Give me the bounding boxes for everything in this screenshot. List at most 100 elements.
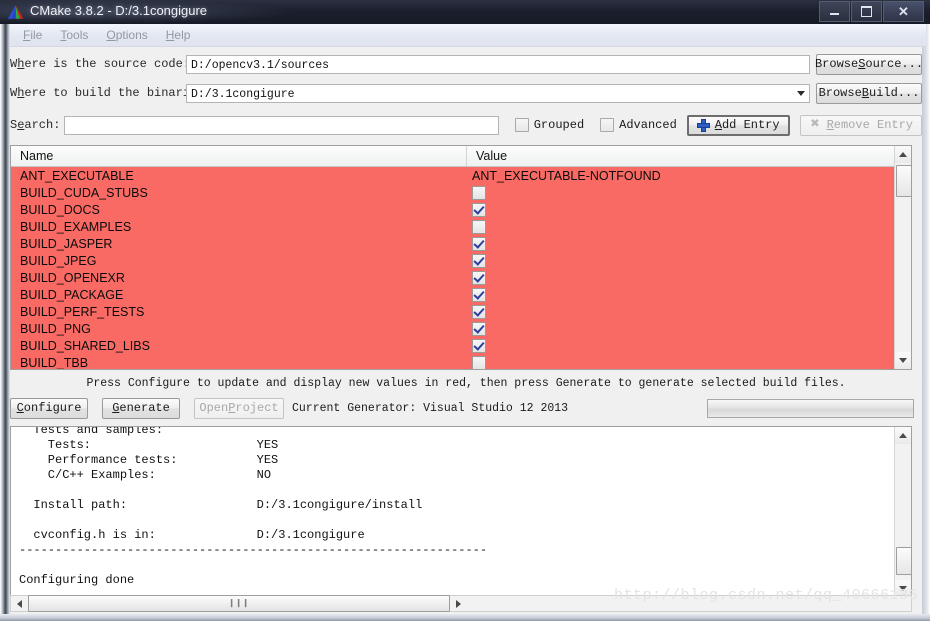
remove-entry-label: emove Entry	[833, 118, 913, 132]
table-row[interactable]: BUILD_JASPER	[11, 235, 895, 252]
source-path-label: Where is the source code:	[10, 57, 191, 71]
cache-value-checkbox[interactable]	[472, 355, 486, 369]
console-horizontal-scrollbar[interactable]: ❙❙❙	[10, 595, 912, 612]
client-area: Where is the source code: D:/opencv3.1/s…	[10, 47, 924, 614]
menu-item-file-label: ile	[30, 28, 43, 42]
grouped-checkbox[interactable]	[514, 118, 529, 132]
current-generator-label: Current Generator: Visual Studio 12 2013	[292, 401, 569, 415]
cache-variable-value[interactable]	[467, 304, 895, 319]
minimize-button[interactable]	[819, 1, 850, 22]
horizontal-scroll-thumb[interactable]: ❙❙❙	[28, 595, 450, 612]
scroll-right-button[interactable]	[450, 596, 467, 611]
table-row[interactable]: BUILD_SHARED_LIBS	[11, 337, 895, 354]
console-vertical-scrollbar[interactable]	[894, 427, 911, 597]
scroll-up-button[interactable]	[895, 146, 911, 163]
grouped-checkbox-row[interactable]: Grouped	[514, 118, 585, 132]
cache-variable-name: BUILD_DOCS	[20, 202, 100, 217]
up-arrow-icon	[899, 152, 907, 157]
search-input[interactable]	[64, 115, 499, 135]
close-button[interactable]: ✕	[883, 1, 924, 22]
cache-variable-name: BUILD_TBB	[20, 355, 89, 370]
window-left-border	[0, 0, 10, 621]
cache-value-checkbox[interactable]	[472, 287, 486, 302]
cache-variable-name: BUILD_SHARED_LIBS	[20, 338, 150, 353]
build-path-combobox[interactable]: D:/3.1congigure	[186, 83, 810, 103]
table-row[interactable]: BUILD_CUDA_STUBS	[11, 184, 895, 201]
cache-variable-value[interactable]	[467, 338, 895, 353]
table-row[interactable]: BUILD_JPEG	[11, 252, 895, 269]
cache-value-checkbox[interactable]	[472, 321, 486, 336]
cache-variable-name: BUILD_OPENEXR	[20, 270, 125, 285]
cmake-logo-icon	[7, 5, 24, 19]
open-project-label: roject	[235, 401, 279, 415]
column-header-value[interactable]: Value	[467, 146, 911, 166]
table-row[interactable]: BUILD_EXAMPLES	[11, 218, 895, 235]
table-row[interactable]: BUILD_PERF_TESTS	[11, 303, 895, 320]
advanced-checkbox-row[interactable]: Advanced	[600, 118, 677, 132]
menu-item-tools[interactable]: Tools	[51, 26, 97, 44]
cache-value-checkbox[interactable]	[472, 236, 486, 251]
cache-value-checkbox[interactable]	[472, 304, 486, 319]
build-path-label: Where to build the binaries:	[10, 86, 212, 100]
output-console-text[interactable]: Tests and samples: Tests: YES Performanc…	[11, 427, 895, 597]
table-row[interactable]: BUILD_OPENEXR	[11, 269, 895, 286]
add-entry-label: dd Entry	[721, 118, 780, 132]
scroll-down-button[interactable]	[895, 352, 911, 369]
cache-value-checkbox[interactable]	[472, 202, 486, 217]
cache-variable-value[interactable]: ANT_EXECUTABLE-NOTFOUND	[467, 169, 895, 183]
cache-variable-value[interactable]	[467, 355, 895, 369]
maximize-button[interactable]	[851, 1, 882, 22]
down-arrow-icon	[899, 586, 907, 591]
table-row[interactable]: BUILD_PACKAGE	[11, 286, 895, 303]
menu-item-file[interactable]: File	[14, 26, 51, 44]
cache-value-checkbox[interactable]	[472, 270, 486, 285]
add-entry-button[interactable]: Add Entry	[686, 114, 790, 136]
menu-bar: File Tools Options Help	[10, 24, 926, 47]
scroll-left-button[interactable]	[11, 596, 28, 611]
cache-variable-name: BUILD_EXAMPLES	[20, 219, 132, 234]
menu-item-options[interactable]: Options	[97, 26, 156, 44]
cache-variable-value[interactable]	[467, 219, 895, 234]
advanced-checkbox[interactable]	[600, 118, 615, 132]
cache-variable-value[interactable]	[467, 185, 895, 200]
cache-variable-value[interactable]	[467, 202, 895, 217]
cache-value-checkbox[interactable]	[472, 253, 486, 268]
build-path-value: D:/3.1congigure	[191, 87, 295, 101]
cache-value-checkbox[interactable]	[472, 219, 486, 234]
search-label-text: arch:	[24, 118, 61, 132]
cache-value-checkbox[interactable]	[472, 185, 486, 200]
table-vertical-scrollbar[interactable]	[894, 146, 912, 369]
cache-variable-value[interactable]	[467, 270, 895, 285]
browse-source-button[interactable]: Browse Source...	[815, 53, 924, 75]
x-icon: ✖	[810, 115, 820, 133]
table-row[interactable]: BUILD_TBB	[11, 354, 895, 369]
up-arrow-icon	[899, 433, 907, 438]
open-project-button[interactable]: Open Project	[194, 397, 284, 419]
window-bottom-border	[0, 614, 930, 621]
browse-source-label: ource...	[865, 57, 924, 71]
cache-variable-value[interactable]	[467, 287, 895, 302]
table-scroll-thumb[interactable]	[896, 165, 912, 197]
menu-item-help[interactable]: Help	[157, 26, 200, 44]
browse-build-button[interactable]: Browse Build...	[816, 82, 922, 104]
table-row[interactable]: BUILD_PNG	[11, 320, 895, 337]
console-scroll-up-button[interactable]	[895, 427, 911, 444]
column-header-name[interactable]: Name	[11, 146, 467, 166]
cache-variable-name: BUILD_JASPER	[20, 236, 113, 251]
cache-variable-value[interactable]	[467, 236, 895, 251]
generate-button[interactable]: Generate	[102, 397, 180, 419]
table-row[interactable]: BUILD_DOCS	[11, 201, 895, 218]
table-header: Name Value	[11, 146, 911, 167]
cache-value-checkbox[interactable]	[472, 338, 486, 353]
cache-variable-value[interactable]	[467, 253, 895, 268]
grouped-label: Grouped	[533, 118, 585, 132]
console-scroll-thumb[interactable]	[896, 547, 911, 575]
cache-variable-value[interactable]	[467, 321, 895, 336]
table-row[interactable]: ANT_EXECUTABLE ANT_EXECUTABLE-NOTFOUND	[11, 167, 895, 184]
build-path-label-text: ere to build the binaries:	[24, 86, 212, 100]
progress-bar	[707, 398, 914, 418]
configure-button[interactable]: Configure	[10, 397, 88, 419]
output-console: Tests and samples: Tests: YES Performanc…	[10, 426, 912, 598]
remove-entry-button[interactable]: ✖ Remove Entry	[799, 114, 922, 136]
source-path-input[interactable]: D:/opencv3.1/sources	[186, 54, 810, 74]
